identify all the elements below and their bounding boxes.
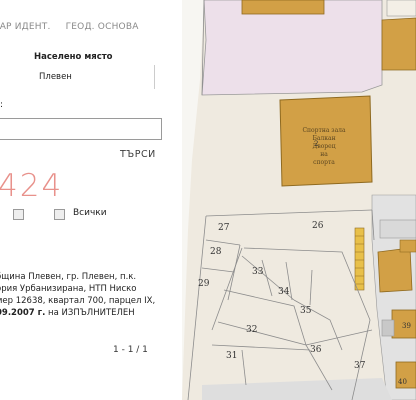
hall-label-4: на: [320, 151, 328, 158]
building-right-small: [399, 239, 416, 253]
parcel-26-label: 26: [312, 221, 324, 231]
settlement-select[interactable]: Плевен: [0, 63, 162, 91]
result-line-1: бщина Плевен, гр. Плевен, п.к.: [0, 272, 137, 282]
parcel-39-label: 39: [402, 322, 411, 330]
field-label: :: [0, 100, 4, 110]
select-divider-right: [154, 65, 155, 89]
result-line-3: мер 12638, квартал 700, парцел IX,: [0, 296, 156, 306]
settlement-value: Плевен: [39, 72, 72, 82]
parcel-36-label: 36: [310, 345, 322, 355]
cadastral-map[interactable]: Спортна зала Балкан Дворец на спорта 2 2…: [182, 0, 416, 400]
plot-lower-grey: [381, 319, 395, 337]
result-item[interactable]: бщина Плевен, гр. Плевен, п.к. ория Урба…: [0, 271, 155, 319]
plot-strip: [386, 0, 416, 17]
parcel-28-label: 28: [210, 247, 222, 257]
parcel-27-label: 27: [218, 223, 230, 233]
all-label: Всички: [73, 208, 107, 218]
tab-geodetic-base[interactable]: ГЕОД. ОСНОВА: [66, 22, 139, 32]
parcel-31-label: 31: [226, 351, 237, 361]
building-striped: [354, 227, 365, 291]
plot-grey: [379, 219, 416, 239]
search-button[interactable]: ТЪРСИ: [120, 149, 156, 160]
option-checkbox[interactable]: [13, 209, 24, 220]
building-right-mid: [377, 247, 413, 293]
building-right-top: [381, 17, 416, 71]
parcel-33-label: 33: [252, 267, 264, 277]
parcel-37-label: 37: [354, 361, 366, 371]
tab-cadastral-id[interactable]: ТАР ИДЕНТ.: [0, 22, 51, 32]
parcel-29-label: 29: [198, 279, 210, 289]
parcel-34-label: 34: [278, 287, 290, 297]
parcel-32-label: 32: [246, 325, 257, 335]
hall-label-1: Спортна зала: [302, 127, 346, 134]
building-top: [241, 0, 325, 15]
settlement-label: Населено място: [34, 52, 113, 62]
search-panel: ТАР ИДЕНТ. ГЕОД. ОСНОВА Населено място П…: [0, 0, 182, 400]
result-line-4: 09.2007 г. на ИЗПЪЛНИТЕЛЕН: [0, 307, 155, 319]
tab-bar: ТАР ИДЕНТ. ГЕОД. ОСНОВА: [0, 22, 139, 32]
all-checkbox[interactable]: [54, 209, 65, 220]
hall-label-5: спорта: [313, 159, 335, 166]
parcel-2-label: 2: [314, 140, 318, 148]
result-date: 09.2007 г.: [0, 308, 46, 318]
result-line-2: ория Урбанизирана, НТП Ниско: [0, 284, 137, 294]
parcel-40-label: 40: [398, 378, 407, 386]
result-status: на ИЗПЪЛНИТЕЛЕН: [45, 308, 135, 318]
parcel-35-label: 35: [300, 306, 312, 316]
pagination: 1 - 1 / 1: [113, 345, 148, 355]
search-input[interactable]: [0, 118, 162, 140]
result-count: 424: [0, 168, 64, 204]
